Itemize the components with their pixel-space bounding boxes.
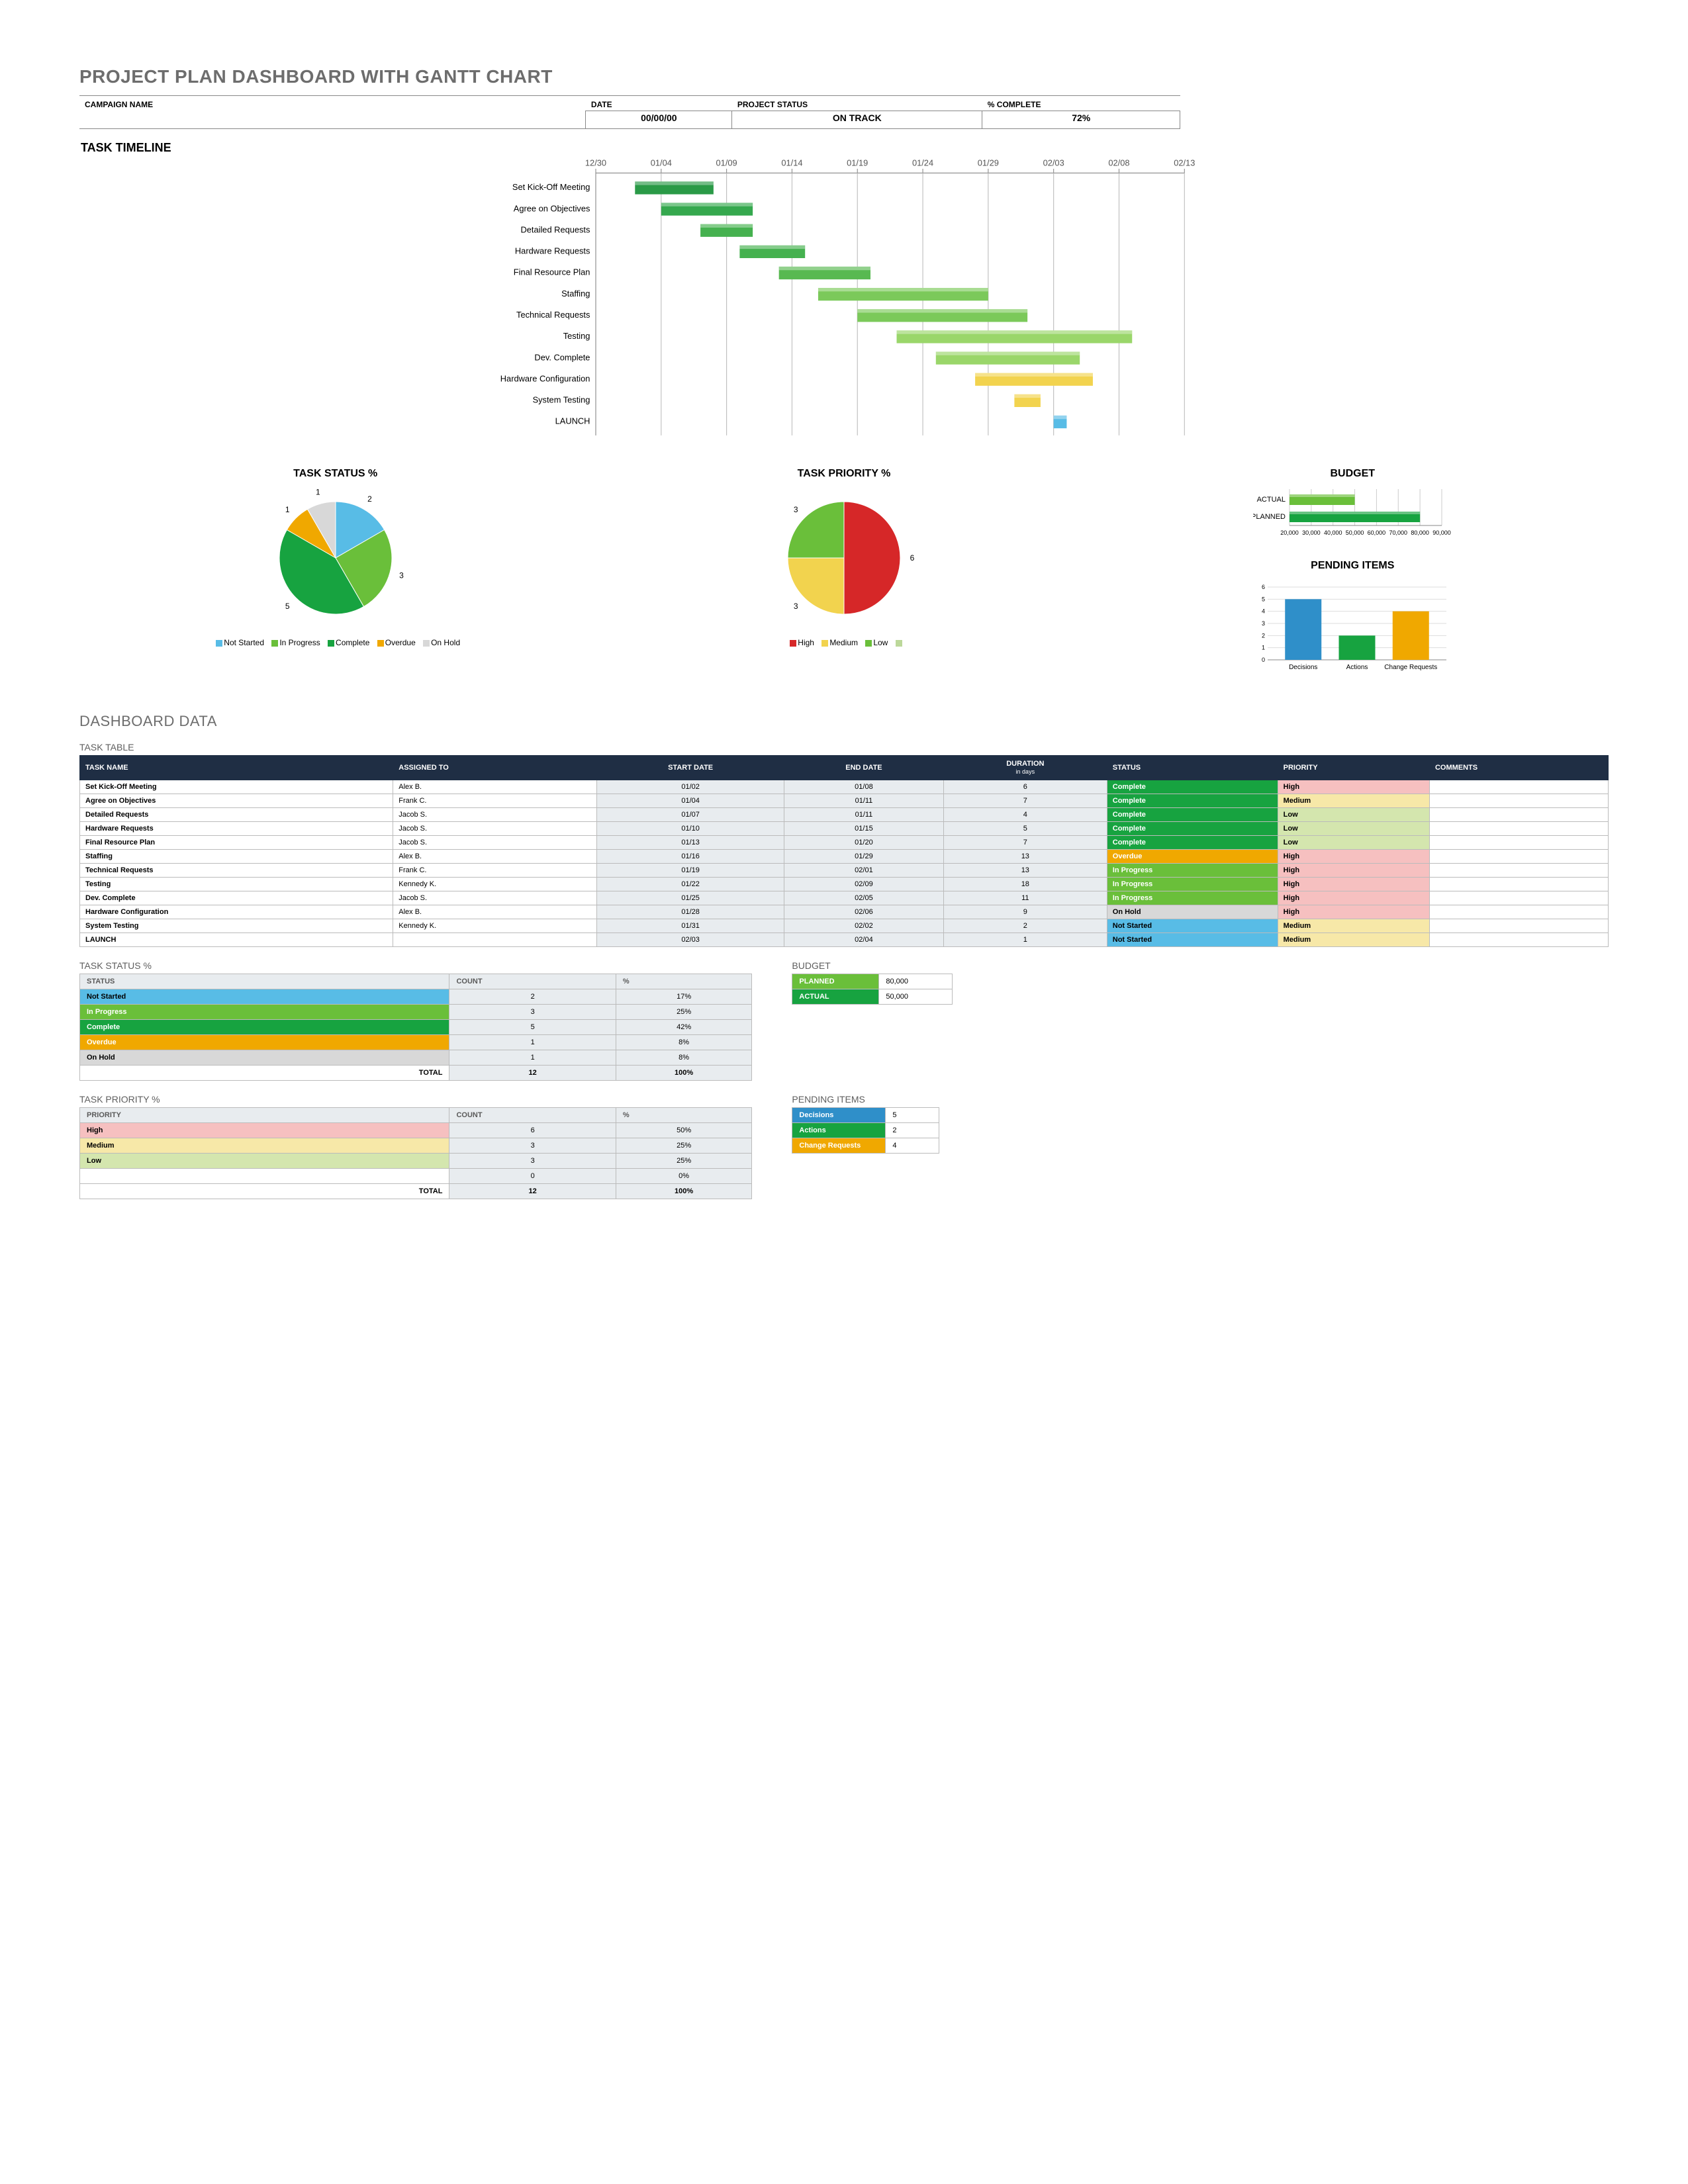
- svg-text:3: 3: [1262, 620, 1265, 627]
- svg-text:Final Resource Plan: Final Resource Plan: [514, 267, 590, 277]
- svg-text:3: 3: [399, 571, 404, 580]
- priority-legend: High Medium Low: [611, 638, 1076, 647]
- date-value[interactable]: 00/00/00: [586, 111, 732, 129]
- svg-text:LAUNCH: LAUNCH: [555, 416, 590, 426]
- svg-text:Change Requests: Change Requests: [1385, 664, 1438, 671]
- svg-text:1: 1: [316, 488, 320, 497]
- table-row: Hardware ConfigurationAlex B.01/2802/069…: [80, 905, 1609, 919]
- svg-text:Hardware Configuration: Hardware Configuration: [500, 373, 590, 383]
- campaign-value[interactable]: [79, 111, 586, 129]
- svg-text:5: 5: [285, 602, 290, 611]
- svg-text:Agree on Objectives: Agree on Objectives: [514, 203, 590, 213]
- svg-text:0: 0: [1262, 657, 1265, 663]
- svg-text:90,000: 90,000: [1433, 529, 1452, 536]
- svg-text:Hardware Requests: Hardware Requests: [515, 246, 590, 256]
- svg-text:System Testing: System Testing: [533, 395, 590, 405]
- priority-pie-title: TASK PRIORITY %: [611, 468, 1076, 480]
- svg-text:02/03: 02/03: [1043, 159, 1064, 168]
- pct-label: % COMPLETE: [982, 96, 1180, 111]
- svg-text:6: 6: [910, 553, 915, 563]
- table-row: Hardware RequestsJacob S.01/1001/155Comp…: [80, 822, 1609, 836]
- svg-text:01/09: 01/09: [716, 159, 737, 168]
- priority-table-title: TASK PRIORITY %: [79, 1094, 752, 1105]
- budget-chart: 20,00030,00040,000 50,000 60,00070,00080,0…: [1253, 485, 1452, 545]
- svg-text:PLANNED: PLANNED: [1253, 513, 1286, 521]
- svg-text:1: 1: [285, 505, 290, 514]
- svg-text:Set Kick-Off Meeting: Set Kick-Off Meeting: [512, 182, 590, 192]
- svg-text:ACTUAL: ACTUAL: [1257, 496, 1286, 504]
- status-pie-title: TASK STATUS %: [79, 468, 591, 480]
- svg-text:01/29: 01/29: [978, 159, 999, 168]
- budget-table-title: BUDGET: [792, 960, 953, 971]
- table-row: LAUNCH02/0302/041Not StartedMedium: [80, 933, 1609, 947]
- svg-text:Detailed Requests: Detailed Requests: [520, 224, 590, 234]
- svg-text:Testing: Testing: [563, 331, 590, 341]
- priority-table: PRIORITYCOUNT%High650%Medium325%Low325%0…: [79, 1107, 752, 1199]
- task-table-title: TASK TABLE: [79, 742, 1609, 752]
- table-row: System TestingKennedy K.01/3102/022Not S…: [80, 919, 1609, 933]
- campaign-label: CAMPAIGN NAME: [79, 96, 586, 111]
- svg-text:3: 3: [794, 505, 798, 514]
- table-row: Dev. CompleteJacob S.01/2502/0511In Prog…: [80, 891, 1609, 905]
- table-row: StaffingAlex B.01/1601/2913OverdueHigh: [80, 850, 1609, 864]
- table-row: TestingKennedy K.01/2202/0918In Progress…: [80, 878, 1609, 891]
- task-priority-pie: 6 3 3: [765, 485, 923, 631]
- status-table: STATUSCOUNT%Not Started217%In Progress32…: [79, 974, 752, 1081]
- svg-text:1: 1: [1262, 645, 1265, 651]
- svg-text:5: 5: [1262, 596, 1265, 602]
- svg-text:02/08: 02/08: [1108, 159, 1129, 168]
- svg-text:4: 4: [1262, 608, 1265, 615]
- date-label: DATE: [586, 96, 732, 111]
- dashboard-data-title: DASHBOARD DATA: [79, 713, 1609, 730]
- task-status-pie: 2 3 5 1 1: [250, 485, 422, 631]
- table-row: Final Resource PlanJacob S.01/1301/207Co…: [80, 836, 1609, 850]
- svg-text:02/13: 02/13: [1174, 159, 1195, 168]
- svg-text:Decisions: Decisions: [1289, 664, 1317, 671]
- pending-table: Decisions5Actions2Change Requests4: [792, 1107, 939, 1154]
- svg-text:70,000: 70,000: [1389, 529, 1408, 536]
- table-row: Technical RequestsFrank C.01/1902/0113In…: [80, 864, 1609, 878]
- svg-text:50,000: 50,000: [1346, 529, 1364, 536]
- svg-text:01/24: 01/24: [912, 159, 933, 168]
- status-legend: Not Started In Progress Complete Overdue…: [79, 638, 591, 647]
- pct-value: 72%: [982, 111, 1180, 129]
- svg-text:Dev. Complete: Dev. Complete: [534, 352, 590, 362]
- status-label: PROJECT STATUS: [732, 96, 982, 111]
- table-row: Detailed RequestsJacob S.01/0701/114Comp…: [80, 808, 1609, 822]
- svg-text:01/04: 01/04: [651, 159, 672, 168]
- svg-text:Actions: Actions: [1346, 664, 1368, 671]
- table-row: Set Kick-Off MeetingAlex B.01/0201/086Co…: [80, 780, 1609, 794]
- svg-text:01/19: 01/19: [847, 159, 868, 168]
- table-row: Agree on ObjectivesFrank C.01/0401/117Co…: [80, 794, 1609, 808]
- budget-table: PLANNED80,000ACTUAL50,000: [792, 974, 953, 1005]
- svg-text:40,000: 40,000: [1324, 529, 1342, 536]
- svg-text:Technical Requests: Technical Requests: [516, 310, 590, 320]
- svg-text:60,000: 60,000: [1368, 529, 1386, 536]
- svg-text:2: 2: [1262, 632, 1265, 639]
- svg-text:6: 6: [1262, 584, 1265, 590]
- gantt-title: TASK TIMELINE: [81, 141, 1609, 155]
- info-table: CAMPAIGN NAME DATE PROJECT STATUS % COMP…: [79, 95, 1180, 129]
- budget-title: BUDGET: [1097, 468, 1609, 480]
- svg-text:01/14: 01/14: [781, 159, 802, 168]
- svg-text:3: 3: [794, 602, 798, 611]
- svg-text:2: 2: [367, 494, 372, 504]
- svg-text:80,000: 80,000: [1411, 529, 1430, 536]
- gantt-chart: 12/30 01/04 01/09 01/14 01/19 01/24 01/29 02/03…: [79, 159, 1609, 457]
- svg-text:Staffing: Staffing: [561, 289, 590, 298]
- status-value[interactable]: ON TRACK: [732, 111, 982, 129]
- status-table-title: TASK STATUS %: [79, 960, 752, 971]
- task-table: TASK NAMEASSIGNED TOSTART DATEEND DATEDU…: [79, 755, 1609, 947]
- svg-text:30,000: 30,000: [1302, 529, 1321, 536]
- pending-chart: 0 1 2 3 4 5 6 Decisions Actions Change Requests: [1253, 577, 1452, 676]
- pending-title: PENDING ITEMS: [1097, 560, 1609, 572]
- pending-table-title: PENDING ITEMS: [792, 1094, 939, 1105]
- svg-text:12/30: 12/30: [585, 159, 606, 168]
- page-title: PROJECT PLAN DASHBOARD WITH GANTT CHART: [79, 66, 1609, 87]
- svg-text:20,000: 20,000: [1281, 529, 1299, 536]
